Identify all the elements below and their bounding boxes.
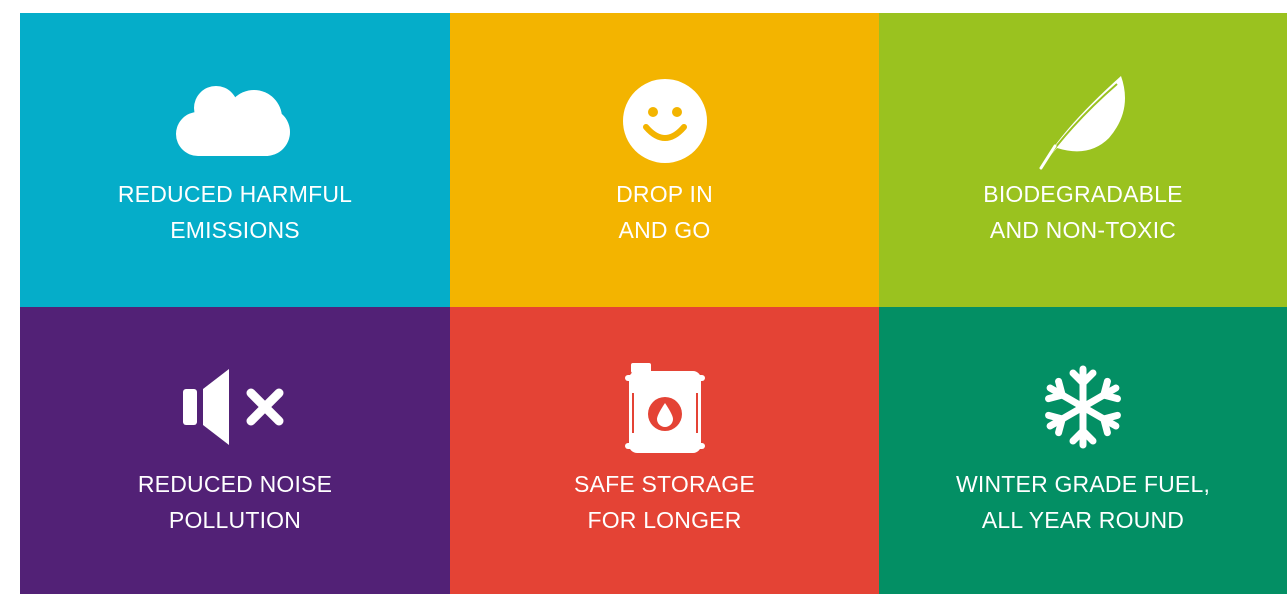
tile-label: DROP IN AND GO xyxy=(450,176,879,248)
tile-winter-grade: WINTER GRADE FUEL, ALL YEAR ROUND xyxy=(879,307,1287,594)
tile-drop-in: DROP IN AND GO xyxy=(450,13,879,307)
label-line-2: AND GO xyxy=(618,217,711,243)
tile-label: WINTER GRADE FUEL, ALL YEAR ROUND xyxy=(879,466,1287,538)
tile-reduced-emissions: REDUCED HARMFUL EMISSIONS xyxy=(20,13,450,307)
label-line-2: ALL YEAR ROUND xyxy=(981,507,1185,533)
label-line-1: WINTER GRADE FUEL, xyxy=(955,471,1211,497)
label-line-1: REDUCED HARMFUL xyxy=(117,181,353,207)
tile-biodegradable: BIODEGRADABLE AND NON-TOXIC xyxy=(879,13,1287,307)
label-line-2: EMISSIONS xyxy=(170,217,300,243)
cloud-icon xyxy=(175,75,295,165)
label-line-1: DROP IN xyxy=(616,181,713,207)
label-line-1: SAFE STORAGE xyxy=(574,471,755,497)
label-line-2: POLLUTION xyxy=(168,507,302,533)
tile-safe-storage: SAFE STORAGE FOR LONGER xyxy=(450,307,879,594)
tile-label: BIODEGRADABLE AND NON-TOXIC xyxy=(879,176,1287,248)
tile-noise-pollution: REDUCED NOISE POLLUTION xyxy=(20,307,450,594)
leaf-icon xyxy=(1023,75,1143,170)
benefits-grid: REDUCED HARMFUL EMISSIONS DROP IN AND GO xyxy=(20,13,1287,594)
tile-label: SAFE STORAGE FOR LONGER xyxy=(450,466,879,538)
label-line-2: FOR LONGER xyxy=(587,507,742,533)
tile-label: REDUCED NOISE POLLUTION xyxy=(20,466,450,538)
speaker-muted-icon xyxy=(175,362,295,452)
smiley-face-icon xyxy=(605,75,725,165)
label-line-1: REDUCED NOISE xyxy=(137,471,333,497)
label-line-1: BIODEGRADABLE xyxy=(983,181,1183,207)
tile-label: REDUCED HARMFUL EMISSIONS xyxy=(20,176,450,248)
snowflake-icon xyxy=(1023,362,1143,452)
fuel-drum-icon xyxy=(605,362,725,453)
label-line-2: AND NON-TOXIC xyxy=(989,217,1177,243)
